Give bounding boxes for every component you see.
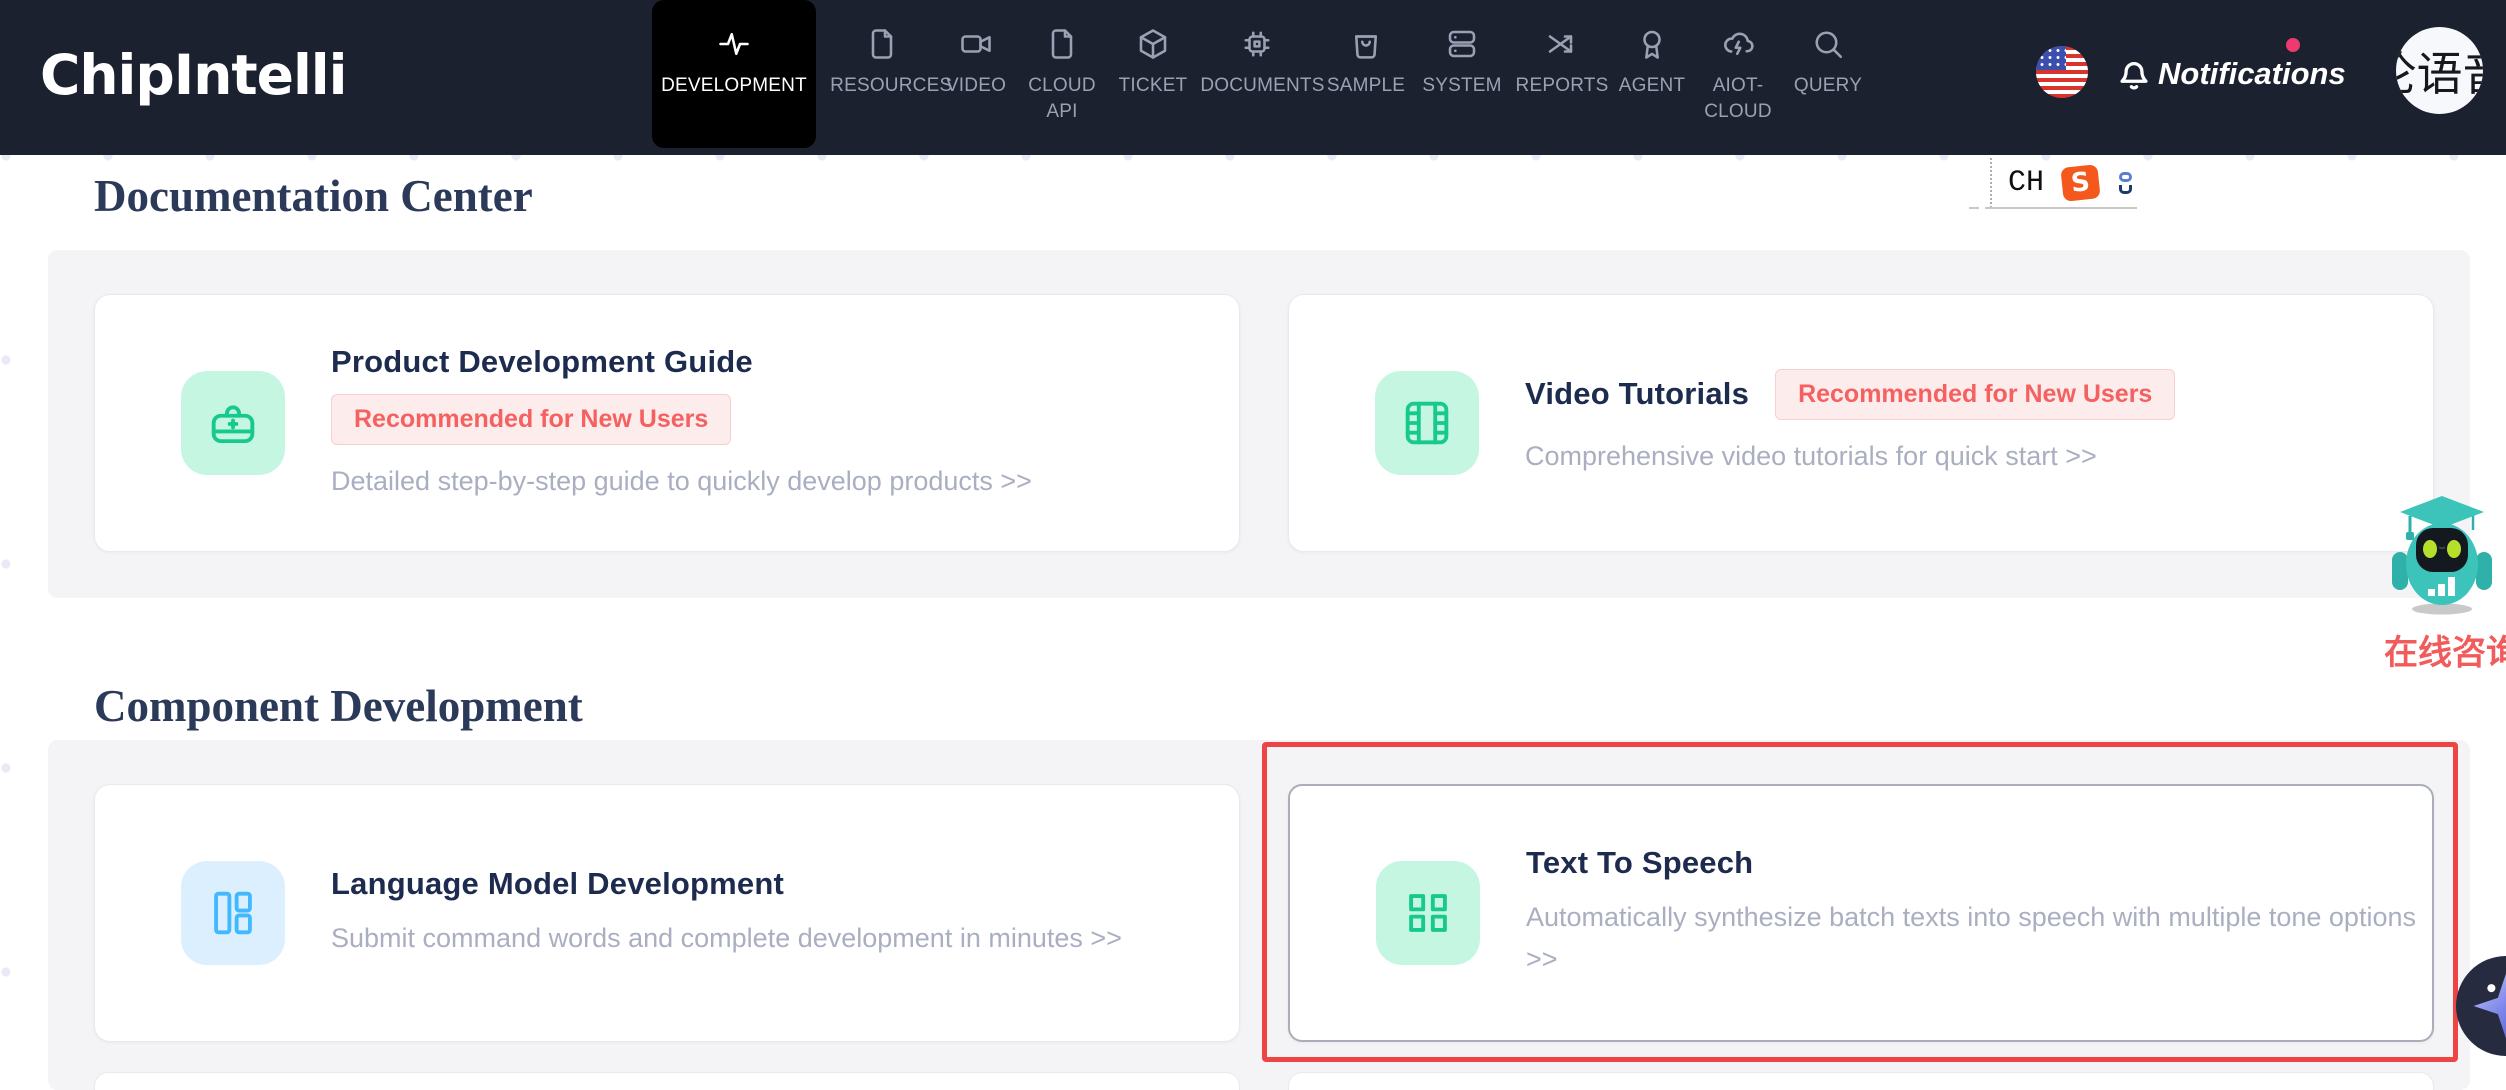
nav-item-aiot-cloud[interactable]: AIOT-CLOUD [1692, 0, 1784, 148]
nav-label: REPORTS [1516, 73, 1609, 99]
nav-item-ticket[interactable]: TICKET [1112, 0, 1194, 148]
search-icon [1810, 26, 1846, 62]
notification-badge-dot [2286, 38, 2300, 52]
card-video-tutorials[interactable]: Video Tutorials Recommended for New User… [1288, 294, 2434, 552]
nav-label: DEVELOPMENT [661, 73, 807, 99]
translator-s-icon: S [2060, 164, 2100, 202]
nav-item-query[interactable]: QUERY [1788, 0, 1868, 148]
nav-label: SAMPLE [1327, 73, 1405, 99]
award-badge-icon [1634, 26, 1670, 62]
nav-label: DOCUMENTS [1200, 73, 1313, 99]
card-description[interactable]: Automatically synthesize batch texts int… [1526, 897, 2432, 981]
nav-item-system[interactable]: SYSTEM [1416, 0, 1508, 148]
card-title: Product Development Guide [331, 344, 1032, 380]
shopping-bag-icon [1348, 26, 1384, 62]
nav-item-development[interactable]: DEVELOPMENT [652, 0, 816, 148]
language-flag-us[interactable] [2036, 46, 2088, 98]
card-title: Video Tutorials [1525, 376, 1749, 412]
translator-widget[interactable]: CH S [1990, 158, 2154, 208]
card-description[interactable]: Comprehensive video tutorials for quick … [1525, 436, 2175, 478]
card-language-model-development[interactable]: Language Model Development Submit comman… [94, 784, 1240, 1042]
translator-person-icon [2119, 172, 2132, 194]
nav-label: QUERY [1794, 73, 1862, 99]
nav-label: TICKET [1119, 73, 1188, 99]
documentation-center-heading: Documentation Center [94, 170, 533, 222]
robot-mascot-icon [2390, 492, 2494, 618]
recommended-badge: Recommended for New Users [331, 394, 731, 445]
next-row-card-partial[interactable] [1288, 1072, 2434, 1090]
card-description[interactable]: Submit command words and complete develo… [331, 918, 1122, 960]
nav-label: CLOUD API [1018, 73, 1106, 124]
nav-label: RESOURCES [830, 73, 934, 99]
nav-item-resources[interactable]: RESOURCES [828, 0, 936, 148]
card-title: Language Model Development [331, 866, 1122, 902]
nav-label: AGENT [1619, 73, 1685, 99]
recommended-badge: Recommended for New Users [1775, 369, 2175, 420]
cloud-lightning-icon [1720, 26, 1756, 62]
main-nav: DEVELOPMENT RESOURCES VIDEO CLOUD API TI… [652, 0, 1872, 155]
video-camera-icon [958, 26, 994, 62]
translator-underline [1985, 207, 2137, 209]
card-text-to-speech[interactable]: Text To Speech Automatically synthesize … [1288, 784, 2434, 1042]
film-strip-icon [1375, 371, 1479, 475]
file-icon [864, 26, 900, 62]
nav-item-cloud-api[interactable]: CLOUD API [1016, 0, 1108, 148]
language-code: CH [2008, 166, 2044, 200]
user-avatar[interactable]: 伦语音 [2396, 27, 2483, 114]
layout-blocks-icon [181, 861, 285, 965]
nav-label: VIDEO [946, 73, 1006, 99]
nav-item-reports[interactable]: REPORTS [1512, 0, 1612, 148]
file-icon [1044, 26, 1080, 62]
nav-label: SYSTEM [1422, 73, 1501, 99]
nav-label: AIOT-CLOUD [1694, 73, 1782, 124]
shuffle-arrows-icon [1544, 26, 1580, 62]
notifications-bell-icon[interactable] [2112, 50, 2156, 96]
top-navigation-bar: ChipIntelli DEVELOPMENT RESOURCES VIDEO … [0, 0, 2506, 155]
card-product-development-guide[interactable]: Product Development Guide Recommended fo… [94, 294, 1240, 552]
nav-item-agent[interactable]: AGENT [1616, 0, 1688, 148]
online-consult-widget[interactable]: 在线咨询 [2384, 492, 2506, 674]
cpu-chip-icon [1239, 26, 1275, 62]
package-box-icon [1135, 26, 1171, 62]
server-icon [1444, 26, 1480, 62]
online-consult-label: 在线咨询 [2384, 625, 2506, 674]
card-title: Text To Speech [1526, 845, 2432, 881]
activity-icon [716, 26, 752, 62]
notifications-label[interactable]: Notifications [2158, 56, 2346, 92]
component-development-heading: Component Development [94, 680, 583, 732]
nav-item-sample[interactable]: SAMPLE [1320, 0, 1412, 148]
nav-item-documents[interactable]: DOCUMENTS [1198, 0, 1316, 148]
flag-canton [2036, 46, 2066, 70]
card-description[interactable]: Detailed step-by-step guide to quickly d… [331, 461, 1032, 503]
documentation-center-section: Product Development Guide Recommended fo… [48, 250, 2470, 598]
sparkle-icon [2467, 967, 2506, 1045]
nav-item-video[interactable]: VIDEO [940, 0, 1012, 148]
next-row-card-partial[interactable] [94, 1072, 1240, 1090]
avatar-text: 伦语音 [2396, 38, 2483, 104]
grid-squares-icon [1376, 861, 1480, 965]
briefcase-icon [181, 371, 285, 475]
page: ChipIntelli DEVELOPMENT RESOURCES VIDEO … [0, 0, 2506, 1090]
chipintelli-logo: ChipIntelli [40, 0, 347, 155]
